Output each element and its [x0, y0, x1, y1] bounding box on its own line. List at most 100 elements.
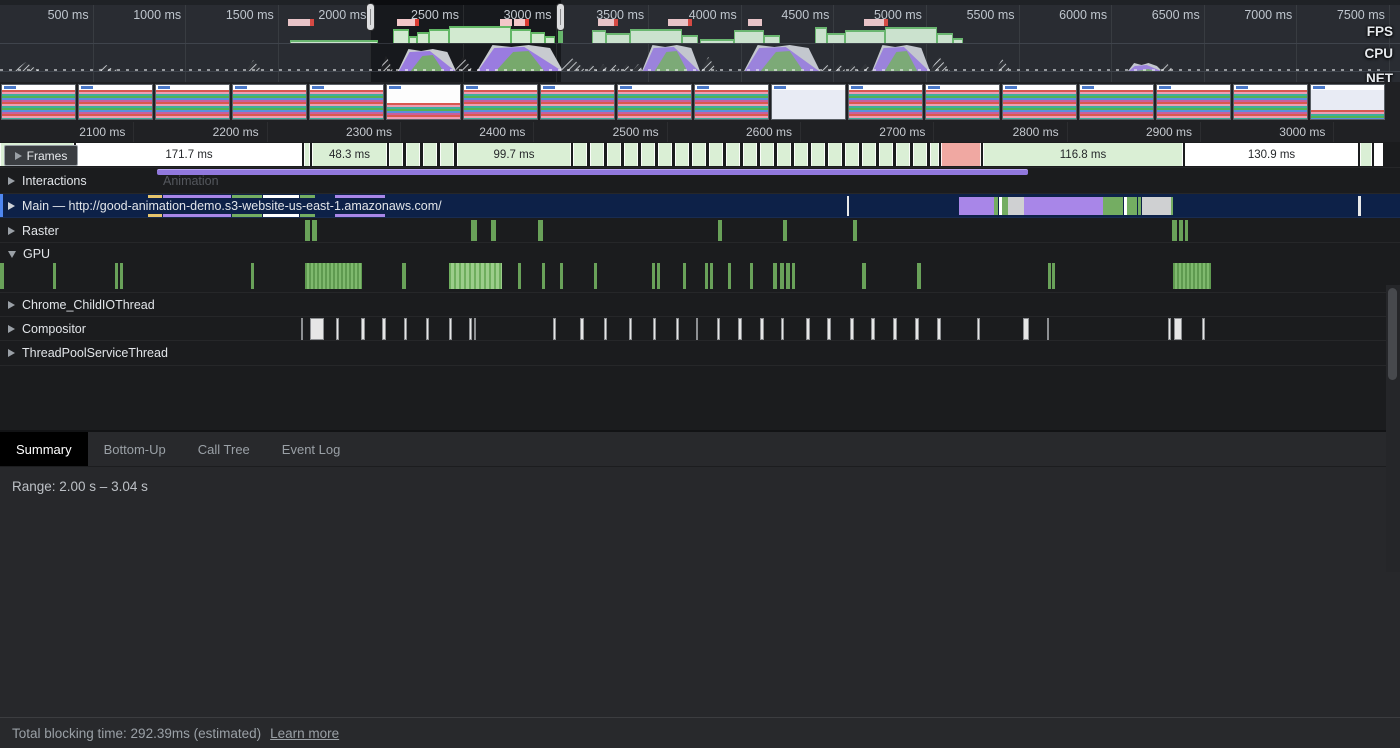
compositor-task-bar[interactable] [1168, 318, 1171, 340]
compositor-task-bar[interactable] [871, 318, 875, 340]
track-interactions[interactable]: Interactions Animation [0, 168, 1400, 194]
tab-call-tree[interactable]: Call Tree [182, 432, 266, 466]
frame-duration-segment[interactable] [440, 143, 454, 166]
main-flame-event[interactable] [1138, 197, 1141, 215]
gpu-task-bar[interactable] [773, 263, 777, 289]
filmstrip-screenshot[interactable] [1, 84, 76, 120]
frame-duration-segment[interactable] [692, 143, 706, 166]
compositor-task-bar[interactable] [893, 318, 897, 340]
raster-task-bar[interactable] [305, 220, 310, 241]
frame-duration-segment[interactable] [423, 143, 437, 166]
filmstrip-screenshot[interactable] [925, 84, 1000, 120]
gpu-task-block[interactable] [449, 263, 502, 289]
compositor-task-bar[interactable] [676, 318, 679, 340]
gpu-task-bar[interactable] [683, 263, 686, 289]
compositor-task-bar[interactable] [781, 318, 784, 340]
gpu-task-bar[interactable] [0, 263, 4, 289]
track-chrome-childiothread[interactable]: Chrome_ChildIOThread [0, 293, 1400, 317]
frame-duration-segment[interactable] [811, 143, 825, 166]
threadpool-track-header[interactable]: ThreadPoolServiceThread [8, 346, 168, 360]
frame-duration-segment[interactable] [573, 143, 587, 166]
gpu-task-bar[interactable] [1048, 263, 1051, 289]
frame-duration-segment[interactable] [607, 143, 621, 166]
gpu-task-bar[interactable] [53, 263, 56, 289]
compositor-task-bar[interactable] [469, 318, 472, 340]
disclosure-triangle-icon[interactable] [15, 152, 22, 160]
compositor-task-bar[interactable] [738, 318, 742, 340]
gpu-task-bar[interactable] [792, 263, 795, 289]
disclosure-triangle-icon[interactable] [8, 325, 15, 333]
main-flame-event[interactable] [1127, 197, 1137, 215]
raster-task-bar[interactable] [718, 220, 722, 241]
filmstrip-screenshot[interactable] [386, 84, 461, 120]
frame-duration-segment[interactable]: 116.8 ms [983, 143, 1183, 166]
frame-duration-segment[interactable] [1374, 143, 1383, 166]
frame-duration-segment[interactable] [675, 143, 689, 166]
filmstrip-screenshot[interactable] [309, 84, 384, 120]
main-flame-event[interactable] [1103, 197, 1123, 215]
interactions-track-header[interactable]: Interactions [8, 174, 87, 188]
frame-duration-segment[interactable] [828, 143, 842, 166]
compositor-task-bar[interactable] [696, 318, 698, 340]
filmstrip-screenshot[interactable] [1233, 84, 1308, 120]
gpu-task-bar[interactable] [786, 263, 790, 289]
filmstrip-screenshot[interactable] [694, 84, 769, 120]
filmstrip-screenshot[interactable] [1310, 84, 1385, 120]
io-track-header[interactable]: Chrome_ChildIOThread [8, 298, 155, 312]
flame-chart-tracks[interactable]: 171.7 ms48.3 ms99.7 ms116.8 ms130.9 ms F… [0, 142, 1400, 430]
screenshot-filmstrip[interactable] [0, 82, 1400, 122]
compositor-task-bar[interactable] [760, 318, 764, 340]
gpu-task-block[interactable] [1173, 263, 1211, 289]
compositor-task-bar[interactable] [1047, 318, 1049, 340]
gpu-task-bar[interactable] [652, 263, 655, 289]
main-flame-event[interactable] [1142, 197, 1171, 215]
frame-duration-segment[interactable] [743, 143, 757, 166]
filmstrip-screenshot[interactable] [848, 84, 923, 120]
frame-duration-segment[interactable] [624, 143, 638, 166]
compositor-task-bar[interactable] [1202, 318, 1205, 340]
gpu-task-bar[interactable] [1052, 263, 1055, 289]
main-track-header[interactable]: Main — http://good-animation-demo.s3-web… [8, 199, 442, 213]
frame-duration-segment[interactable] [941, 143, 981, 166]
gpu-task-bar[interactable] [402, 263, 406, 289]
filmstrip-screenshot[interactable] [78, 84, 153, 120]
disclosure-triangle-icon[interactable] [8, 202, 15, 210]
gpu-task-bar[interactable] [780, 263, 784, 289]
frame-duration-segment[interactable] [879, 143, 893, 166]
raster-task-bar[interactable] [471, 220, 477, 241]
frame-duration-segment[interactable] [658, 143, 672, 166]
details-tab-bar[interactable]: SummaryBottom-UpCall TreeEvent Log [0, 432, 1400, 467]
animation-span-bar[interactable] [157, 169, 1028, 175]
disclosure-triangle-icon[interactable] [8, 177, 15, 185]
main-flame-event[interactable] [1024, 197, 1103, 215]
frame-duration-segment[interactable]: 48.3 ms [312, 143, 387, 166]
compositor-task-bar[interactable] [474, 318, 476, 340]
raster-task-bar[interactable] [1179, 220, 1183, 241]
track-gpu-header[interactable]: GPU [0, 243, 1400, 260]
compositor-task-bar[interactable] [653, 318, 656, 340]
tab-event-log[interactable]: Event Log [266, 432, 357, 466]
gpu-task-bar[interactable] [251, 263, 254, 289]
selection-handle-left[interactable] [366, 3, 375, 31]
compositor-task-bar[interactable] [301, 318, 303, 340]
frame-duration-segment[interactable] [709, 143, 723, 166]
scrollbar-thumb[interactable] [1388, 288, 1397, 380]
frame-duration-segment[interactable] [845, 143, 859, 166]
gpu-task-bar[interactable] [710, 263, 713, 289]
compositor-task-bar[interactable] [937, 318, 941, 340]
main-flame-event[interactable] [994, 197, 998, 215]
frame-duration-segment[interactable] [406, 143, 420, 166]
gpu-task-bar[interactable] [542, 263, 545, 289]
track-gpu-lane[interactable] [0, 260, 1400, 293]
frame-duration-segment[interactable] [590, 143, 604, 166]
gpu-task-bar[interactable] [518, 263, 521, 289]
frame-duration-segment[interactable] [777, 143, 791, 166]
filmstrip-screenshot[interactable] [1156, 84, 1231, 120]
filmstrip-screenshot[interactable] [771, 84, 846, 120]
compositor-task-bar[interactable] [404, 318, 407, 340]
frame-duration-segment[interactable]: 171.7 ms [76, 143, 302, 166]
main-flame-event[interactable] [959, 197, 994, 215]
compositor-task-bar[interactable] [977, 318, 980, 340]
learn-more-link[interactable]: Learn more [270, 726, 339, 741]
disclosure-triangle-icon[interactable] [8, 301, 15, 309]
